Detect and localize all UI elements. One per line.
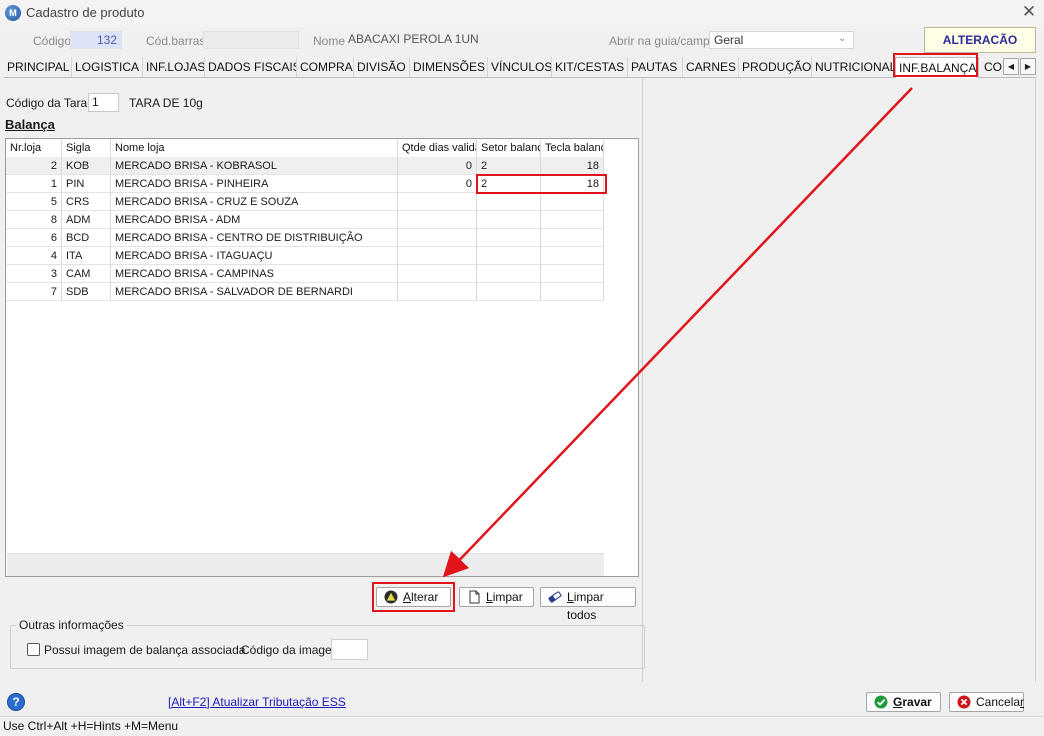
annotation-arrow xyxy=(442,87,913,578)
